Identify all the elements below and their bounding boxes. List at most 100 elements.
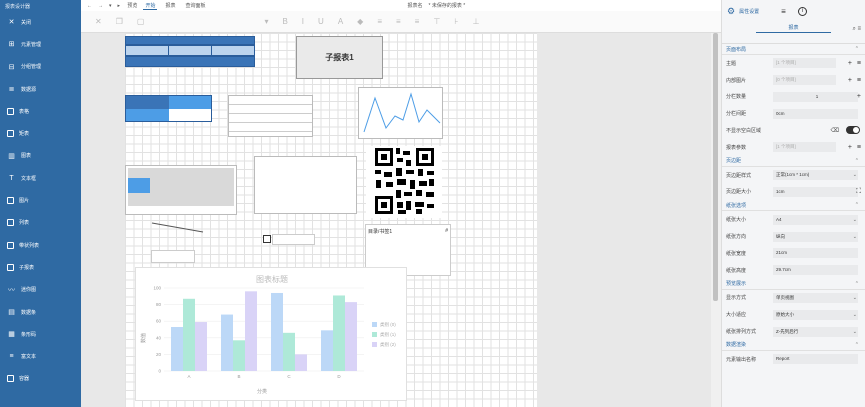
line-element[interactable] (151, 222, 207, 234)
chevron-down-icon: ⌄ (852, 311, 857, 318)
plus-icon[interactable]: + (857, 93, 861, 100)
sidebar-item-container[interactable]: 容器 (0, 368, 81, 390)
align-center-icon[interactable]: ≡ (396, 17, 401, 26)
paste-icon[interactable]: ▢ (137, 17, 145, 26)
textbox-element[interactable] (254, 156, 357, 214)
database-icon[interactable]: ≡ (781, 7, 786, 16)
inner-image-field[interactable]: [0 个项目] (773, 75, 836, 86)
sidebar-item-banded-list[interactable]: 带状列表 (0, 234, 81, 256)
save-icon[interactable]: ▾ (109, 3, 112, 9)
copy-icon[interactable]: ❐ (116, 17, 123, 26)
chart-bar (221, 314, 233, 371)
doc-name-field[interactable]: Report (773, 354, 858, 365)
paper-direction-select[interactable]: 纵向 (773, 231, 858, 242)
zoom-mode-select[interactable]: 原始大小 (773, 309, 858, 320)
section-preview[interactable]: 预览展示 ⌃ (722, 279, 865, 290)
toc-label: 目录/书签1 (368, 229, 393, 235)
italic-icon[interactable]: I (302, 17, 304, 26)
subtab-report[interactable]: 报表 (756, 22, 831, 33)
matrix-element[interactable] (125, 95, 212, 122)
valign-top-icon[interactable]: ⊤ (433, 17, 440, 26)
canvas-scrollbar[interactable] (711, 33, 721, 407)
menu-icon[interactable]: ≡ (857, 60, 861, 67)
hide-blank-toggle[interactable] (846, 126, 860, 135)
valign-bottom-icon[interactable]: ⊥ (472, 17, 479, 26)
sidebar-item-datasource[interactable]: ≣ 数据源 (0, 78, 81, 100)
sidebar-item-sparkline[interactable]: 〰迷你图 (0, 279, 81, 301)
sidebar-item-image[interactable]: 图片 (0, 189, 81, 211)
paper-width-field[interactable]: 21cm (773, 248, 858, 259)
section-page-layout[interactable]: 页面布局 ⌃ (722, 44, 865, 55)
expand-icon[interactable]: ⛶ (856, 188, 861, 196)
sheet-order-select[interactable]: Z-先列后行 (773, 326, 858, 337)
delete-icon[interactable]: ⌫ (831, 127, 839, 134)
checkbox-text-element (272, 234, 315, 245)
prop-paper-height: 纸张高度 29.7cm (722, 262, 865, 279)
menu-icon[interactable]: ≡ (857, 144, 861, 151)
search-icon[interactable]: ⌕ ≡ (852, 26, 861, 33)
qr-barcode-element[interactable] (366, 146, 442, 218)
sidebar-item-textbox[interactable]: T 文本框 (0, 167, 81, 189)
table-element[interactable] (125, 36, 255, 74)
sidebar-item-groups[interactable]: ⊟ 分组管理 (0, 56, 81, 78)
valign-middle-icon[interactable]: ⊦ (454, 17, 458, 26)
display-mode-select[interactable]: 单页视图 (773, 292, 858, 303)
back-icon[interactable]: ← (87, 3, 92, 9)
add-icon[interactable]: + (848, 77, 852, 84)
sidebar-item-richtext[interactable]: ≡ 富文本 (0, 345, 81, 367)
paper-size-select[interactable]: A4 (773, 214, 858, 225)
chevron-down-icon: ⌄ (852, 216, 857, 223)
list-element[interactable] (228, 95, 313, 137)
forward-icon[interactable]: → (98, 3, 103, 9)
checkbox-element[interactable] (263, 235, 271, 243)
tab-page-settings[interactable]: 属性设置 (739, 8, 759, 15)
info-icon[interactable]: i (797, 6, 807, 16)
report-params-field[interactable]: [1 个项目] (773, 142, 836, 153)
add-icon[interactable]: + (848, 144, 852, 151)
add-icon[interactable]: + (848, 60, 852, 67)
y-tick-label: 20 (156, 352, 162, 357)
unsaved-status: * 未保存的报表 * (428, 3, 466, 9)
theme-field[interactable]: [1 个项目] (773, 58, 836, 69)
sidebar-item-elements[interactable]: ⊞ 元素管理 (0, 33, 81, 55)
prop-zoom-mode: 大小适应 原始大小 ⌄ (722, 306, 865, 323)
bold-icon[interactable]: B (282, 17, 287, 26)
database-icon: ≣ (8, 86, 15, 94)
sidebar-item-subreport[interactable]: 子报表 (0, 256, 81, 278)
cut-icon[interactable]: ✕ (95, 17, 102, 26)
align-right-icon[interactable]: ≡ (415, 17, 420, 26)
preview-button[interactable]: ▸ 预览 (118, 2, 138, 9)
subreport-element[interactable]: 子报表1 (296, 36, 383, 79)
section-data-output[interactable]: 数据渲染 ⌃ (722, 340, 865, 351)
margin-style-select[interactable]: 正常(1cm * 1cm) (773, 170, 858, 181)
tab-report[interactable]: 报表 (163, 2, 177, 9)
scrollbar-thumb[interactable] (713, 33, 718, 301)
sidebar-item-list[interactable]: 列表 (0, 212, 81, 234)
small-textbox-element[interactable] (151, 250, 195, 263)
sidebar-item-barcode[interactable]: ▦ 条形码 (0, 323, 81, 345)
font-select[interactable]: ▾ (264, 17, 268, 26)
column-spacing-field[interactable]: 0cm (773, 108, 858, 119)
menu-icon[interactable]: ≡ (857, 77, 861, 84)
sidebar-item-close[interactable]: ✕ 关闭 (0, 11, 81, 33)
section-paper[interactable]: 纸张选项 ⌃ (722, 200, 865, 212)
margin-size-field[interactable]: 1cm (773, 186, 858, 197)
section-page-margins[interactable]: 页边距 ⌃ (722, 156, 865, 167)
sidebar-item-matrix[interactable]: 矩表 (0, 122, 81, 144)
font-color-icon[interactable]: A (338, 17, 343, 26)
tab-start[interactable]: 开始 (143, 2, 158, 10)
sidebar-item-chart[interactable]: ▥ 图表 (0, 145, 81, 167)
paper-height-field[interactable]: 29.7cm (773, 265, 858, 276)
fill-color-icon[interactable]: ◆ (357, 17, 363, 26)
sparkline-element[interactable] (358, 87, 443, 139)
column-count-stepper[interactable]: 1 (773, 91, 858, 102)
sidebar-item-table[interactable]: 表格 (0, 100, 81, 122)
chart-element[interactable]: 图表标题 数值 分类 0 20 40 60 80 100 A B C D 类别 (0) 类别 (1… (135, 267, 407, 401)
databar-element[interactable] (125, 165, 237, 215)
tab-query[interactable]: 查询面板 (183, 2, 207, 9)
gear-icon[interactable]: ⚙ (727, 6, 735, 17)
align-left-icon[interactable]: ≡ (377, 17, 382, 26)
underline-icon[interactable]: U (318, 17, 324, 26)
report-page[interactable]: 子报表1 目录/书签1 # 图表标题 数值 分类 0 20 40 60 80 1… (125, 33, 537, 407)
sidebar-item-databar[interactable]: ▤ 数据条 (0, 301, 81, 323)
